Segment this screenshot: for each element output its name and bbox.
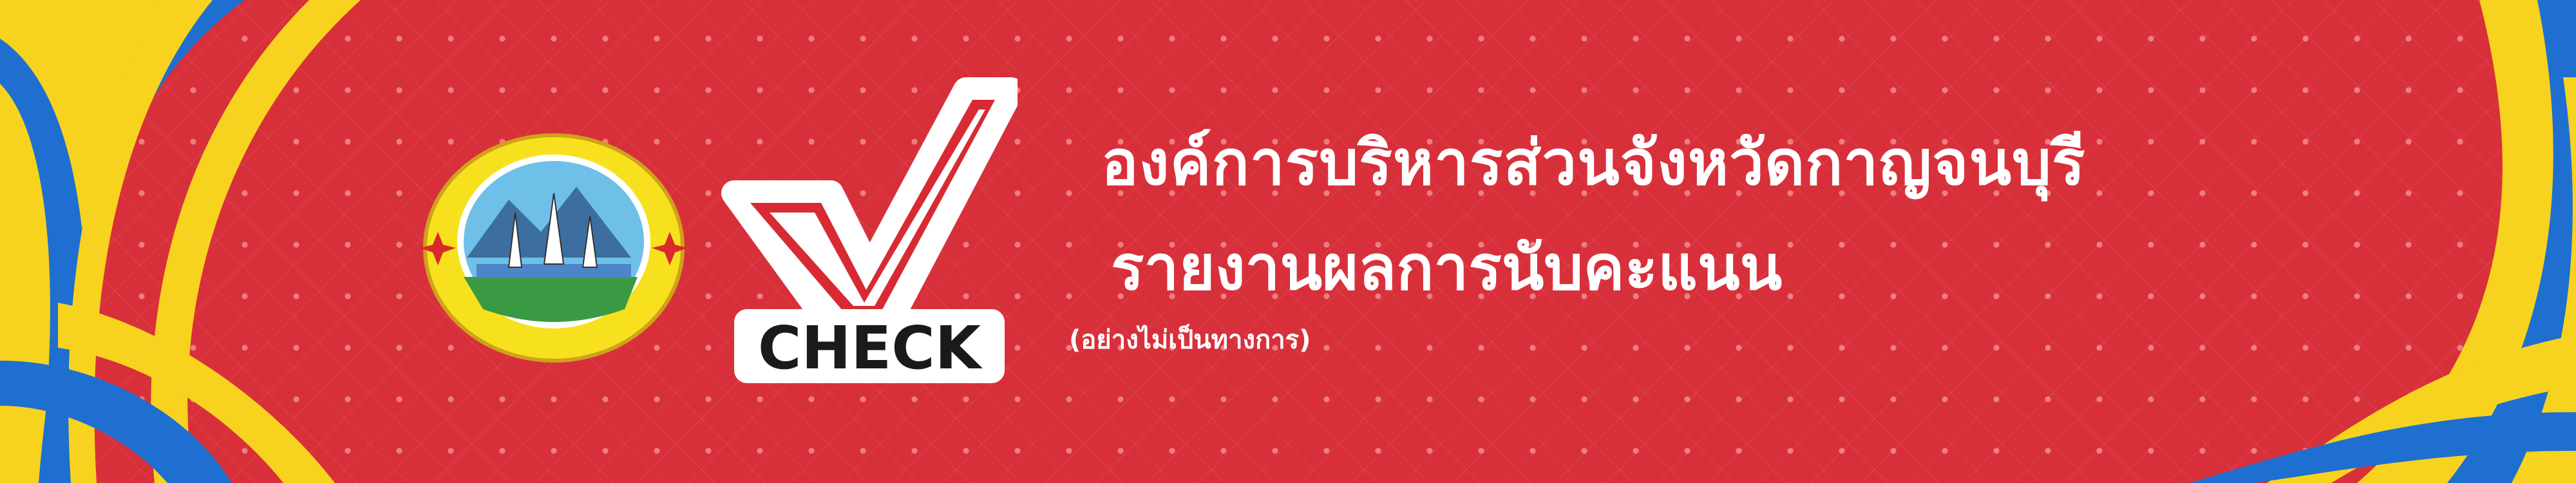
page-title: องค์การบริหารส่วนจังหวัดกาญจนบุรี (1101, 127, 2086, 199)
check-badge: CHECK (721, 77, 1018, 383)
provincial-seal-icon (420, 133, 688, 363)
header-banner: CHECK องค์การบริหารส่วนจังหวัดกาญจนบุรี … (0, 0, 2576, 483)
check-label: CHECK (758, 314, 983, 383)
unofficial-note: (อย่างไม่เป็นทางการ) (1069, 325, 1311, 355)
page-subtitle: รายงานผลการนับคะแนน (1111, 232, 1783, 304)
